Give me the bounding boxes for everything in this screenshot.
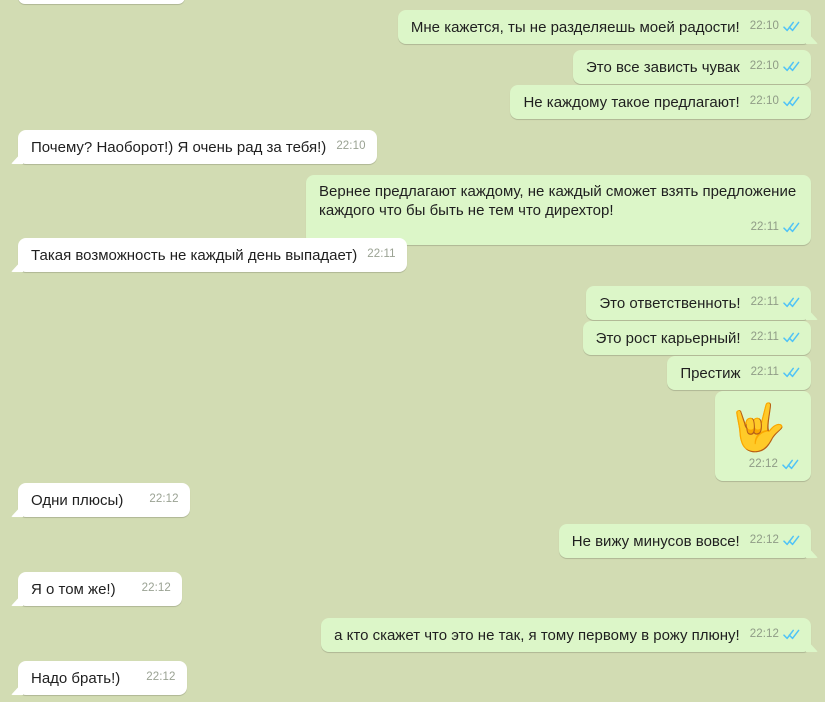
message-text: Вернее предлагают каждому, не каждый смо… <box>319 183 801 219</box>
message-text: Мне кажется, ты не разделяешь моей радос… <box>410 19 740 36</box>
message-text: а кто скажет что это не так, я тому перв… <box>334 627 740 644</box>
message-bubble-outgoing-emoji[interactable]: 🤟 22:12 <box>715 391 811 481</box>
message-text: Почему? Наоборот!) Я очень рад за тебя!) <box>31 139 327 156</box>
message-bubble-incoming[interactable]: Одни плюсы) 22:12 <box>18 483 190 517</box>
message-meta: 22:10 <box>336 137 365 157</box>
message-time: 22:12 <box>141 582 171 594</box>
message-meta: 22:12 <box>750 531 800 551</box>
message-time: 22:12 <box>749 628 779 640</box>
message-row: 🤟 22:12 <box>715 391 811 481</box>
message-time: 22:12 <box>146 671 176 683</box>
message-bubble-incoming[interactable]: Надо брать!) 22:12 <box>18 661 187 695</box>
message-meta: 22:11 <box>751 363 800 383</box>
message-meta: 22:11 <box>367 245 395 265</box>
message-bubble-outgoing[interactable]: Это все зависть чувак 22:10 <box>572 50 811 84</box>
message-row: Это рост карьерный! 22:11 <box>582 321 811 355</box>
message-bubble-outgoing[interactable]: Вернее предлагают каждому, не каждый смо… <box>306 175 811 245</box>
message-bubble-incoming[interactable]: Почему? Наоборот!) Я очень рад за тебя!)… <box>18 130 377 164</box>
message-bubble-outgoing[interactable]: Не вижу минусов вовсе! 22:12 <box>558 524 811 558</box>
read-receipt-double-check-icon <box>783 367 800 378</box>
message-time: 22:11 <box>750 331 779 343</box>
message-bubble-outgoing[interactable]: Это рост карьерный! 22:11 <box>582 321 811 355</box>
message-bubble-outgoing[interactable]: Престиж 22:11 <box>667 356 811 390</box>
message-meta: 22:12 <box>149 490 178 510</box>
read-receipt-double-check-icon <box>783 61 800 72</box>
message-meta: 22:12 <box>146 668 175 688</box>
message-meta: 22:10 <box>750 57 800 77</box>
message-text: Это все зависть чувак <box>585 59 740 76</box>
message-text: Это рост карьерный! <box>595 330 741 347</box>
message-text: Не вижу минусов вовсе! <box>571 533 740 550</box>
message-time: 22:12 <box>748 458 778 470</box>
read-receipt-double-check-icon <box>783 297 800 308</box>
message-bubble-incoming[interactable]: Я о том же!) 22:12 <box>18 572 182 606</box>
message-meta: 22:11 <box>751 328 800 348</box>
message-text: Я о том же!) <box>31 581 116 598</box>
read-receipt-double-check-icon <box>783 629 800 640</box>
read-receipt-double-check-icon <box>783 222 800 233</box>
message-row: Я о том же!) 22:12 <box>18 572 182 606</box>
message-row: Не каждому такое предлагают! 22:10 <box>510 85 811 119</box>
message-row: Не вижу минусов вовсе! 22:12 <box>558 524 811 558</box>
message-row: Вернее предлагают каждому, не каждый смо… <box>306 175 811 245</box>
message-time: 22:11 <box>367 248 396 260</box>
read-receipt-double-check-icon <box>783 535 800 546</box>
message-meta: 22:11 <box>751 293 800 313</box>
message-row: Почему? Наоборот!) Я очень рад за тебя!)… <box>18 130 377 164</box>
message-meta: 22:12 <box>749 455 799 475</box>
message-time: 22:11 <box>750 296 779 308</box>
message-time: 22:11 <box>750 366 779 378</box>
message-bubble-outgoing[interactable]: Мне кажется, ты не разделяешь моей радос… <box>397 10 811 44</box>
message-bubble-partial[interactable] <box>18 0 185 4</box>
message-time: 22:10 <box>336 140 366 152</box>
message-bubble-incoming[interactable]: Такая возможность не каждый день выпадае… <box>18 238 407 272</box>
message-text: Такая возможность не каждый день выпадае… <box>31 247 358 264</box>
message-text: Надо брать!) <box>31 670 121 687</box>
message-row: Мне кажется, ты не разделяешь моей радос… <box>397 10 811 44</box>
message-time: 22:10 <box>749 60 779 72</box>
message-text: Престиж <box>680 365 741 382</box>
message-row: Одни плюсы) 22:12 <box>18 483 190 517</box>
message-meta: 22:11 <box>751 218 800 238</box>
message-time: 22:10 <box>749 20 779 32</box>
message-bubble-outgoing[interactable]: Не каждому такое предлагают! 22:10 <box>510 85 811 119</box>
message-bubble-outgoing[interactable]: а кто скажет что это не так, я тому перв… <box>321 618 811 652</box>
read-receipt-double-check-icon <box>783 96 800 107</box>
message-row: Это ответственноть! 22:11 <box>586 286 811 320</box>
message-row: Престиж 22:11 <box>667 356 811 390</box>
message-meta: 22:10 <box>750 17 800 37</box>
read-receipt-double-check-icon <box>782 459 799 470</box>
love-you-gesture-emoji: 🤟 <box>729 400 787 454</box>
message-row: а кто скажет что это не так, я тому перв… <box>321 618 811 652</box>
message-text: Одни плюсы) <box>31 492 124 509</box>
message-meta: 22:12 <box>750 625 800 645</box>
read-receipt-double-check-icon <box>783 332 800 343</box>
message-row: Надо брать!) 22:12 <box>18 661 187 695</box>
message-text: Не каждому такое предлагают! <box>523 94 740 111</box>
message-meta: 22:12 <box>142 579 171 599</box>
message-time: 22:10 <box>749 95 779 107</box>
message-time: 22:12 <box>149 493 179 505</box>
read-receipt-double-check-icon <box>783 21 800 32</box>
message-text: Это ответственноть! <box>599 295 741 312</box>
message-row: Такая возможность не каждый день выпадае… <box>18 238 407 272</box>
message-row: Это все зависть чувак 22:10 <box>572 50 811 84</box>
chat-message-list[interactable]: Мне кажется, ты не разделяешь моей радос… <box>0 0 825 702</box>
message-bubble-outgoing[interactable]: Это ответственноть! 22:11 <box>586 286 811 320</box>
message-time: 22:12 <box>749 534 779 546</box>
message-meta: 22:10 <box>750 92 800 112</box>
message-time: 22:11 <box>750 221 779 233</box>
